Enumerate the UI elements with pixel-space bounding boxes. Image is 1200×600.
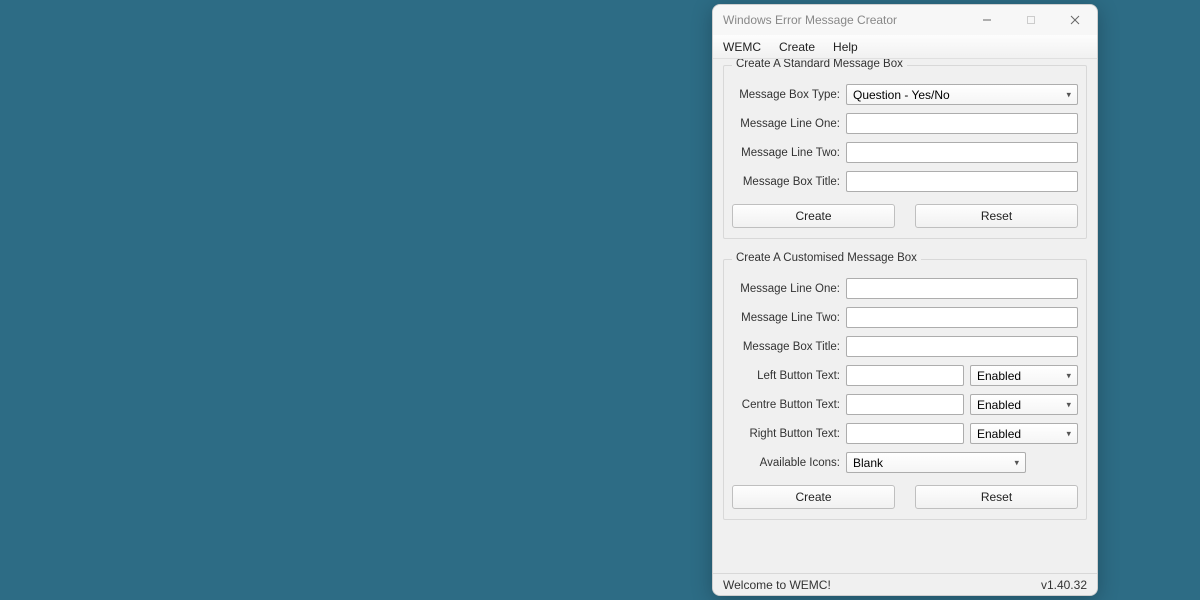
std-line1-input[interactable]	[846, 113, 1078, 134]
chevron-down-icon: ▾	[1066, 370, 1071, 381]
custom-legend: Create A Customised Message Box	[732, 252, 921, 264]
chevron-down-icon: ▾	[1066, 89, 1071, 100]
right-button-label: Right Button Text:	[732, 428, 840, 440]
centre-button-state-select[interactable]: Enabled ▾	[970, 394, 1078, 415]
maximize-button	[1009, 5, 1053, 35]
icons-label: Available Icons:	[732, 457, 840, 469]
standard-legend: Create A Standard Message Box	[732, 59, 907, 70]
close-button[interactable]	[1053, 5, 1097, 35]
left-button-state-value: Enabled	[977, 369, 1021, 383]
chevron-down-icon: ▾	[1066, 428, 1071, 439]
cust-line2-label: Message Line Two:	[732, 312, 840, 324]
std-title-input[interactable]	[846, 171, 1078, 192]
centre-button-text-input[interactable]	[846, 394, 964, 415]
right-button-text-input[interactable]	[846, 423, 964, 444]
status-welcome: Welcome to WEMC!	[723, 578, 1041, 592]
status-version: v1.40.32	[1041, 578, 1087, 592]
menu-create[interactable]: Create	[779, 40, 815, 54]
cust-title-input[interactable]	[846, 336, 1078, 357]
minimize-button[interactable]	[965, 5, 1009, 35]
window-title: Windows Error Message Creator	[723, 13, 965, 27]
cust-line2-input[interactable]	[846, 307, 1078, 328]
standard-groupbox: Create A Standard Message Box Message Bo…	[723, 65, 1087, 239]
std-title-label: Message Box Title:	[732, 176, 840, 188]
cust-line1-label: Message Line One:	[732, 283, 840, 295]
std-line2-label: Message Line Two:	[732, 147, 840, 159]
available-icons-select[interactable]: Blank ▾	[846, 452, 1026, 473]
centre-button-label: Centre Button Text:	[732, 399, 840, 411]
left-button-state-select[interactable]: Enabled ▾	[970, 365, 1078, 386]
std-reset-button[interactable]: Reset	[915, 204, 1078, 228]
centre-button-state-value: Enabled	[977, 398, 1021, 412]
menu-wemc[interactable]: WEMC	[723, 40, 761, 54]
cust-line1-input[interactable]	[846, 278, 1078, 299]
available-icons-value: Blank	[853, 456, 883, 470]
message-box-type-value: Question - Yes/No	[853, 88, 950, 102]
cust-create-button[interactable]: Create	[732, 485, 895, 509]
right-button-state-value: Enabled	[977, 427, 1021, 441]
std-line2-input[interactable]	[846, 142, 1078, 163]
window-controls	[965, 5, 1097, 35]
chevron-down-icon: ▾	[1066, 399, 1071, 410]
left-button-text-input[interactable]	[846, 365, 964, 386]
cust-reset-button[interactable]: Reset	[915, 485, 1078, 509]
left-button-label: Left Button Text:	[732, 370, 840, 382]
titlebar[interactable]: Windows Error Message Creator	[713, 5, 1097, 35]
right-button-state-select[interactable]: Enabled ▾	[970, 423, 1078, 444]
statusbar: Welcome to WEMC! v1.40.32	[713, 573, 1097, 595]
content-area: Create A Standard Message Box Message Bo…	[713, 59, 1097, 573]
std-line1-label: Message Line One:	[732, 118, 840, 130]
menu-help[interactable]: Help	[833, 40, 858, 54]
chevron-down-icon: ▾	[1014, 457, 1019, 468]
message-box-type-select[interactable]: Question - Yes/No ▾	[846, 84, 1078, 105]
type-label: Message Box Type:	[732, 89, 840, 101]
application-window: Windows Error Message Creator WEMC Creat…	[712, 4, 1098, 596]
std-create-button[interactable]: Create	[732, 204, 895, 228]
cust-title-label: Message Box Title:	[732, 341, 840, 353]
menubar: WEMC Create Help	[713, 35, 1097, 59]
custom-groupbox: Create A Customised Message Box Message …	[723, 259, 1087, 520]
